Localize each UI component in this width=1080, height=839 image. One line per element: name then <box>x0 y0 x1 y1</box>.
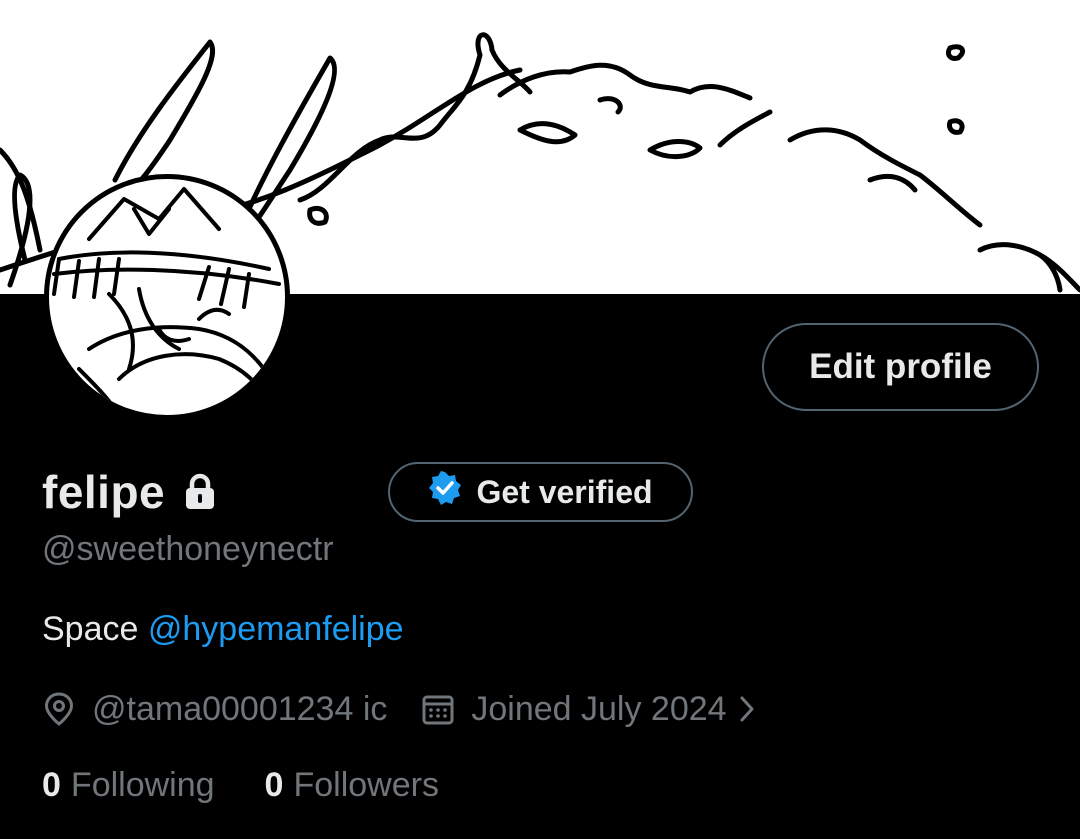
bio-mention-link[interactable]: @hypemanfelipe <box>148 610 404 648</box>
profile-meta-row: @tama00001234 ic Joined July 2024 <box>42 686 773 732</box>
followers-label: Followers <box>293 765 439 804</box>
get-verified-label: Get verified <box>476 473 653 510</box>
location-item: @tama00001234 ic <box>42 690 387 729</box>
joined-text: Joined July 2024 <box>471 689 727 728</box>
following-link[interactable]: 0 Following <box>42 766 215 805</box>
chevron-right-icon <box>740 696 754 722</box>
calendar-icon <box>422 695 454 725</box>
following-count: 0 <box>42 765 61 804</box>
edit-profile-button[interactable]: Edit profile <box>762 323 1039 411</box>
user-handle: @sweethoneynectr <box>42 530 334 568</box>
display-name-row: felipe <box>42 462 217 522</box>
get-verified-button[interactable]: Get verified <box>388 462 693 522</box>
lock-icon <box>183 473 217 511</box>
profile-avatar[interactable] <box>44 174 290 420</box>
location-text: @tama00001234 ic <box>92 689 388 728</box>
following-label: Following <box>70 765 215 804</box>
verified-badge-icon <box>428 471 462 513</box>
follow-stats-row: 0 Following 0 Followers <box>42 762 439 808</box>
followers-count: 0 <box>264 765 284 804</box>
bio-text: Space <box>42 610 148 648</box>
joined-item[interactable]: Joined July 2024 <box>421 690 772 729</box>
display-name: felipe <box>42 466 166 518</box>
profile-bio: Space @hypemanfelipe <box>42 610 404 649</box>
followers-link[interactable]: 0 Followers <box>265 766 439 805</box>
location-pin-icon <box>44 692 74 726</box>
avatar-drawing <box>52 187 281 415</box>
